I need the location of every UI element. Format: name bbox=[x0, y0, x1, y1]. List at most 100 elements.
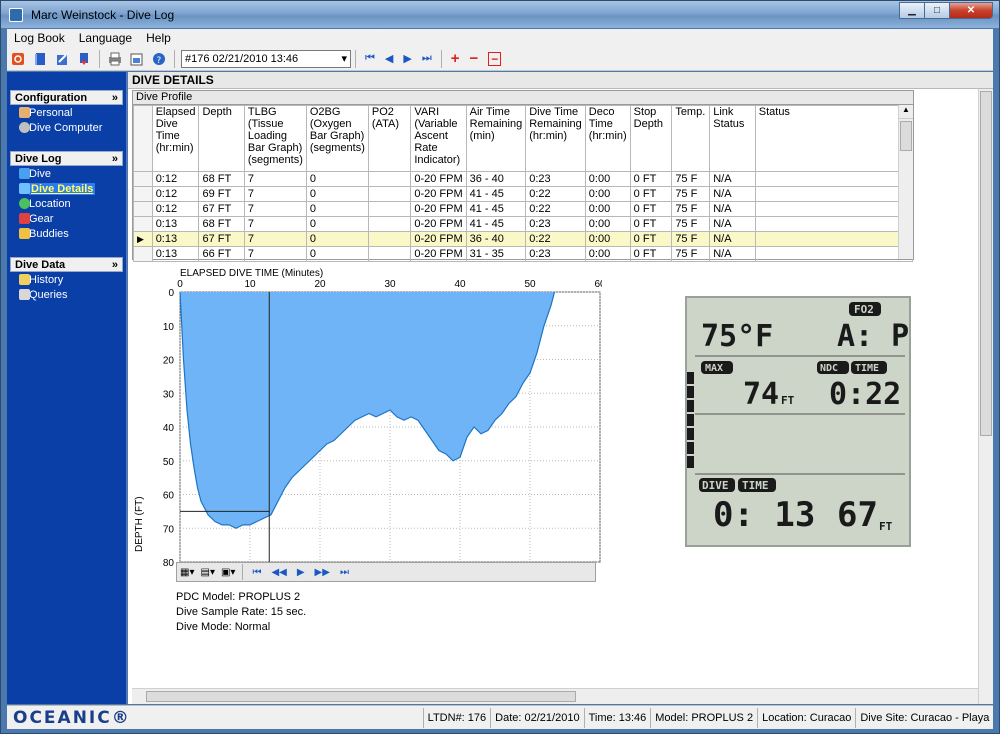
table-cell[interactable]: 7 bbox=[243, 216, 307, 232]
table-cell[interactable] bbox=[754, 186, 914, 202]
table-cell[interactable]: 0:00 bbox=[584, 231, 631, 247]
table-cell[interactable]: 0:12 bbox=[151, 171, 200, 187]
chart-play-icon[interactable]: ▶ bbox=[297, 567, 305, 578]
maximize-button[interactable]: □ bbox=[924, 2, 950, 19]
table-cell[interactable]: 66 FT bbox=[198, 246, 245, 262]
table-cell[interactable] bbox=[754, 231, 914, 247]
edit-icon[interactable] bbox=[54, 51, 70, 67]
table-cell[interactable]: 0 bbox=[305, 201, 369, 217]
row-header[interactable] bbox=[133, 201, 153, 217]
table-cell[interactable] bbox=[367, 231, 412, 247]
table-cell[interactable]: 0:22 bbox=[525, 201, 586, 217]
col-vari[interactable]: VARI (Variable Ascent Rate Indicator) bbox=[410, 105, 467, 172]
table-cell[interactable]: 0:13 bbox=[151, 231, 200, 247]
table-row[interactable]: 0:13 68 FT 7 0 0-20 FPM 41 - 45 0:23 0:00 0 FT 75… bbox=[133, 216, 914, 232]
sidebar-section-configuration[interactable]: Configuration » bbox=[10, 90, 123, 105]
sidebar-item-dive-details[interactable]: Dive Details bbox=[7, 181, 126, 196]
table-cell[interactable]: 7 bbox=[243, 186, 307, 202]
table-cell[interactable]: 0 bbox=[305, 231, 369, 247]
col-temp[interactable]: Temp. bbox=[671, 105, 711, 172]
sidebar-item-history[interactable]: History bbox=[7, 272, 126, 287]
sidebar-section-dive-data[interactable]: Dive Data » bbox=[10, 257, 123, 272]
sidebar-item-location[interactable]: Location bbox=[7, 196, 126, 211]
col-status[interactable]: Status bbox=[754, 105, 914, 172]
chart-type-icon[interactable]: ▦▾ bbox=[180, 567, 194, 578]
table-row[interactable]: 0:12 69 FT 7 0 0-20 FPM 41 - 45 0:22 0:00 0 FT 75… bbox=[133, 186, 914, 202]
scroll-up-icon[interactable]: ▲ bbox=[899, 105, 913, 119]
table-cell[interactable]: 0 bbox=[305, 171, 369, 187]
table-cell[interactable]: 0 FT bbox=[629, 171, 673, 187]
table-cell[interactable]: 67 FT bbox=[198, 201, 245, 217]
table-cell[interactable]: 41 - 45 bbox=[465, 186, 527, 202]
col-deco-time[interactable]: Deco Time (hr:min) bbox=[584, 105, 631, 172]
previous-dive-icon[interactable]: ◀ bbox=[385, 52, 393, 65]
table-cell[interactable]: 0:00 bbox=[584, 186, 631, 202]
table-cell[interactable]: N/A bbox=[709, 186, 756, 202]
collapse-icon[interactable]: » bbox=[112, 153, 118, 165]
table-cell[interactable] bbox=[754, 171, 914, 187]
table-cell[interactable]: 7 bbox=[243, 231, 307, 247]
table-cell[interactable]: 31 - 35 bbox=[465, 246, 527, 262]
table-cell[interactable]: N/A bbox=[709, 171, 756, 187]
col-depth[interactable]: Depth bbox=[198, 105, 245, 172]
col-tlbg[interactable]: TLBG (Tissue Loading Bar Graph) (segment… bbox=[243, 105, 307, 172]
table-row[interactable]: 0:12 67 FT 7 0 0-20 FPM 41 - 45 0:22 0:00 0 FT 75… bbox=[133, 201, 914, 217]
table-cell[interactable]: 0:23 bbox=[525, 246, 586, 262]
table-cell[interactable] bbox=[367, 201, 412, 217]
table-cell[interactable]: 0:00 bbox=[584, 216, 631, 232]
table-cell[interactable]: 0:12 bbox=[151, 186, 200, 202]
table-cell[interactable] bbox=[367, 171, 412, 187]
logbook-icon[interactable] bbox=[32, 51, 48, 67]
row-header[interactable] bbox=[133, 171, 153, 187]
scroll-thumb[interactable] bbox=[900, 121, 912, 151]
sidebar-section-dive-log[interactable]: Dive Log » bbox=[10, 151, 123, 166]
table-cell[interactable]: 0 FT bbox=[629, 186, 673, 202]
table-cell[interactable]: 67 FT bbox=[198, 231, 245, 247]
export-icon[interactable] bbox=[129, 51, 145, 67]
table-cell[interactable]: 41 - 45 bbox=[465, 201, 527, 217]
table-cell[interactable]: 69 FT bbox=[198, 186, 245, 202]
table-cell[interactable]: 75 F bbox=[671, 231, 711, 247]
table-cell[interactable]: 0-20 FPM bbox=[410, 186, 467, 202]
table-cell[interactable]: 0-20 FPM bbox=[410, 231, 467, 247]
table-row[interactable]: 0:13 66 FT 7 0 0-20 FPM 31 - 35 0:23 0:00 0 FT 75… bbox=[133, 246, 914, 262]
table-cell[interactable]: 68 FT bbox=[198, 171, 245, 187]
table-cell[interactable]: 0-20 FPM bbox=[410, 246, 467, 262]
table-cell[interactable]: 0:00 bbox=[584, 201, 631, 217]
sidebar-item-personal[interactable]: Personal bbox=[7, 105, 126, 120]
table-cell[interactable]: 0:13 bbox=[151, 216, 200, 232]
table-cell[interactable]: 7 bbox=[243, 201, 307, 217]
table-cell[interactable]: N/A bbox=[709, 246, 756, 262]
table-cell[interactable]: N/A bbox=[709, 216, 756, 232]
table-cell[interactable]: 0:12 bbox=[151, 201, 200, 217]
sidebar-item-buddies[interactable]: Buddies bbox=[7, 226, 126, 241]
row-header[interactable] bbox=[133, 216, 153, 232]
help-icon[interactable]: ? bbox=[151, 51, 167, 67]
table-cell[interactable]: 0-20 FPM bbox=[410, 201, 467, 217]
table-cell[interactable]: N/A bbox=[709, 231, 756, 247]
table-cell[interactable]: 0 bbox=[305, 186, 369, 202]
table-cell[interactable]: 0 FT bbox=[629, 246, 673, 262]
table-cell[interactable]: 75 F bbox=[671, 246, 711, 262]
table-cell[interactable]: 36 - 40 bbox=[465, 231, 527, 247]
table-cell[interactable]: 0:22 bbox=[525, 231, 586, 247]
table-cell[interactable]: 0:00 bbox=[584, 246, 631, 262]
table-cell[interactable] bbox=[367, 246, 412, 262]
table-cell[interactable]: 0:00 bbox=[584, 171, 631, 187]
table-cell[interactable] bbox=[367, 216, 412, 232]
dive-selector[interactable]: #176 02/21/2010 13:46 ▾ bbox=[181, 49, 351, 68]
add-dive-icon[interactable]: + bbox=[451, 50, 460, 67]
close-button[interactable]: ✕ bbox=[949, 2, 993, 19]
table-cell[interactable] bbox=[367, 186, 412, 202]
current-row-indicator[interactable]: ▶ bbox=[133, 231, 153, 247]
table-cell[interactable]: 0 FT bbox=[629, 216, 673, 232]
table-cell[interactable]: 75 F bbox=[671, 216, 711, 232]
table-cell[interactable]: 0:23 bbox=[525, 171, 586, 187]
table-cell[interactable]: 0-20 FPM bbox=[410, 216, 467, 232]
table-cell[interactable]: 75 F bbox=[671, 201, 711, 217]
table-cell[interactable]: 0 FT bbox=[629, 231, 673, 247]
menu-language[interactable]: Language bbox=[72, 31, 139, 45]
table-cell[interactable]: 7 bbox=[243, 246, 307, 262]
col-dive-time-remaining[interactable]: Dive Time Remaining (hr:min) bbox=[525, 105, 586, 172]
table-cell[interactable]: 41 - 45 bbox=[465, 216, 527, 232]
